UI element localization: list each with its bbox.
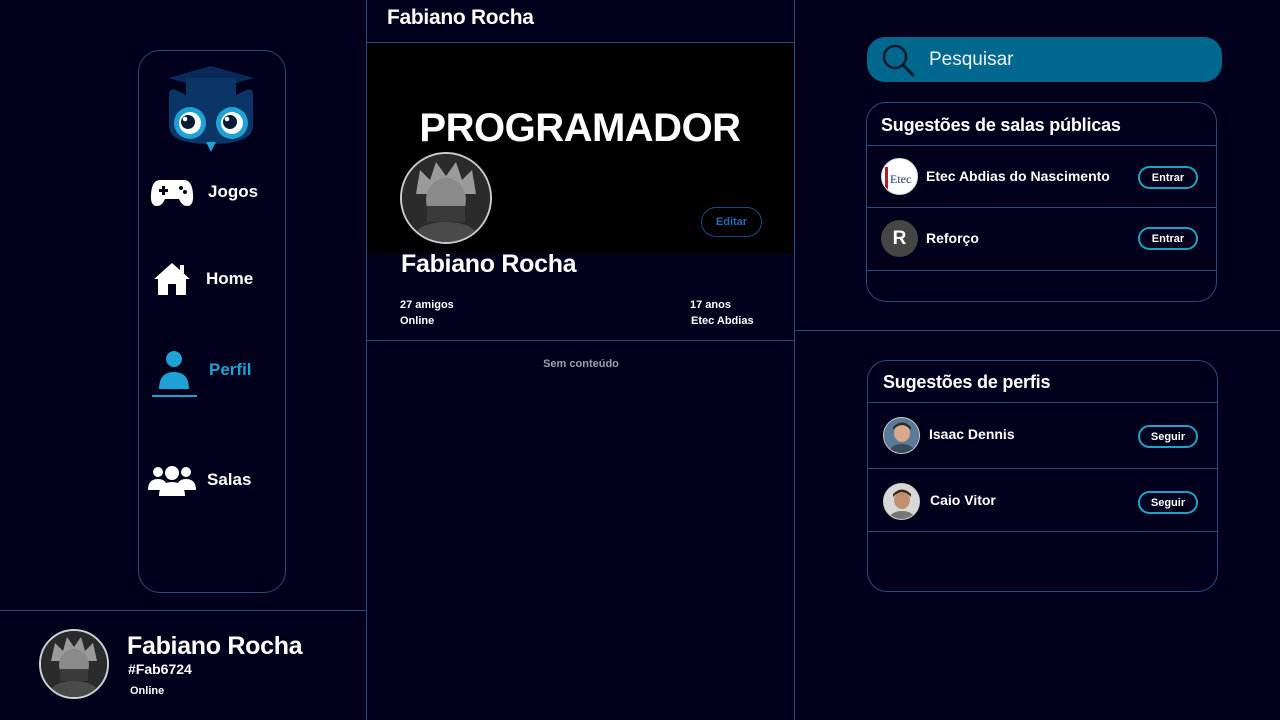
search-icon	[881, 43, 915, 77]
profile-age: 17 anos	[690, 299, 731, 311]
current-user-status: Online	[130, 685, 165, 697]
app-logo[interactable]	[166, 64, 256, 154]
room-item: Etec Etec Abdias do Nascimento Entrar	[867, 146, 1216, 207]
room-suggestions-title: Sugestões de salas públicas	[881, 115, 1121, 135]
join-room-button[interactable]: Entrar	[1138, 227, 1198, 250]
nav-item-home[interactable]: Home	[153, 262, 253, 296]
profile-friends-count[interactable]: 27 amigos	[400, 299, 454, 311]
nav-label-perfil: Perfil	[209, 360, 252, 379]
user-icon	[158, 350, 190, 390]
follow-button[interactable]: Seguir	[1138, 491, 1198, 514]
current-user-avatar[interactable]	[39, 629, 109, 699]
room-avatar: R	[881, 220, 918, 257]
join-room-button[interactable]: Entrar	[1138, 166, 1198, 189]
room-name: Etec Abdias do Nascimento	[926, 168, 1110, 184]
empty-feed-message: Sem conteúdo	[543, 358, 619, 370]
nav-label-salas: Salas	[207, 470, 252, 489]
profile-school: Etec Abdias	[691, 315, 754, 327]
user-card-divider	[0, 610, 366, 611]
nav-item-salas[interactable]: Salas	[148, 464, 251, 496]
right-section-divider	[794, 330, 1280, 331]
search-input[interactable]	[927, 47, 1201, 72]
room-avatar: Etec	[881, 158, 918, 195]
suggested-user-avatar[interactable]	[883, 417, 920, 454]
current-user-name: Fabiano Rocha	[127, 632, 303, 660]
edit-profile-button[interactable]: Editar	[701, 207, 762, 237]
follow-button[interactable]: Seguir	[1138, 425, 1198, 448]
room-item: R Reforço Entrar	[867, 208, 1216, 270]
profile-avatar	[400, 152, 492, 244]
room-suggestions-card: Sugestões de salas públicas Etec Etec Ab…	[866, 102, 1217, 302]
profile-name: Fabiano Rocha	[401, 250, 577, 278]
row-divider	[867, 270, 1216, 271]
profile-info-divider	[366, 340, 794, 341]
profile-suggestions-title: Sugestões de perfis	[883, 372, 1051, 392]
nav-item-perfil[interactable]: Perfil	[158, 350, 252, 390]
group-icon	[148, 464, 196, 496]
suggested-user-name: Isaac Dennis	[929, 426, 1015, 442]
page-title: Fabiano Rocha	[387, 6, 534, 29]
suggested-user-avatar[interactable]	[883, 483, 920, 520]
search-bar[interactable]	[867, 37, 1222, 82]
suggested-user-name: Caio Vitor	[930, 492, 996, 508]
nav-label-jogos: Jogos	[208, 182, 259, 201]
room-avatar-letter: R	[892, 227, 907, 249]
nav-label-home: Home	[206, 269, 254, 288]
gamepad-icon	[150, 176, 194, 208]
profile-suggestion-item: Caio Vitor Seguir	[868, 469, 1217, 531]
row-divider	[868, 531, 1217, 532]
profile-status: Online	[400, 315, 435, 327]
active-nav-indicator	[152, 395, 197, 397]
room-avatar-text: Etec	[890, 172, 911, 186]
home-icon	[153, 262, 191, 296]
nav-item-jogos[interactable]: Jogos	[150, 176, 258, 208]
current-user-tag: #Fab6724	[128, 661, 192, 677]
profile-suggestion-item: Isaac Dennis Seguir	[868, 403, 1217, 468]
cover-text: PROGRAMADOR	[419, 106, 741, 150]
room-name: Reforço	[926, 230, 979, 246]
profile-suggestions-card: Sugestões de perfis Isaac Dennis Seguir …	[867, 360, 1218, 592]
